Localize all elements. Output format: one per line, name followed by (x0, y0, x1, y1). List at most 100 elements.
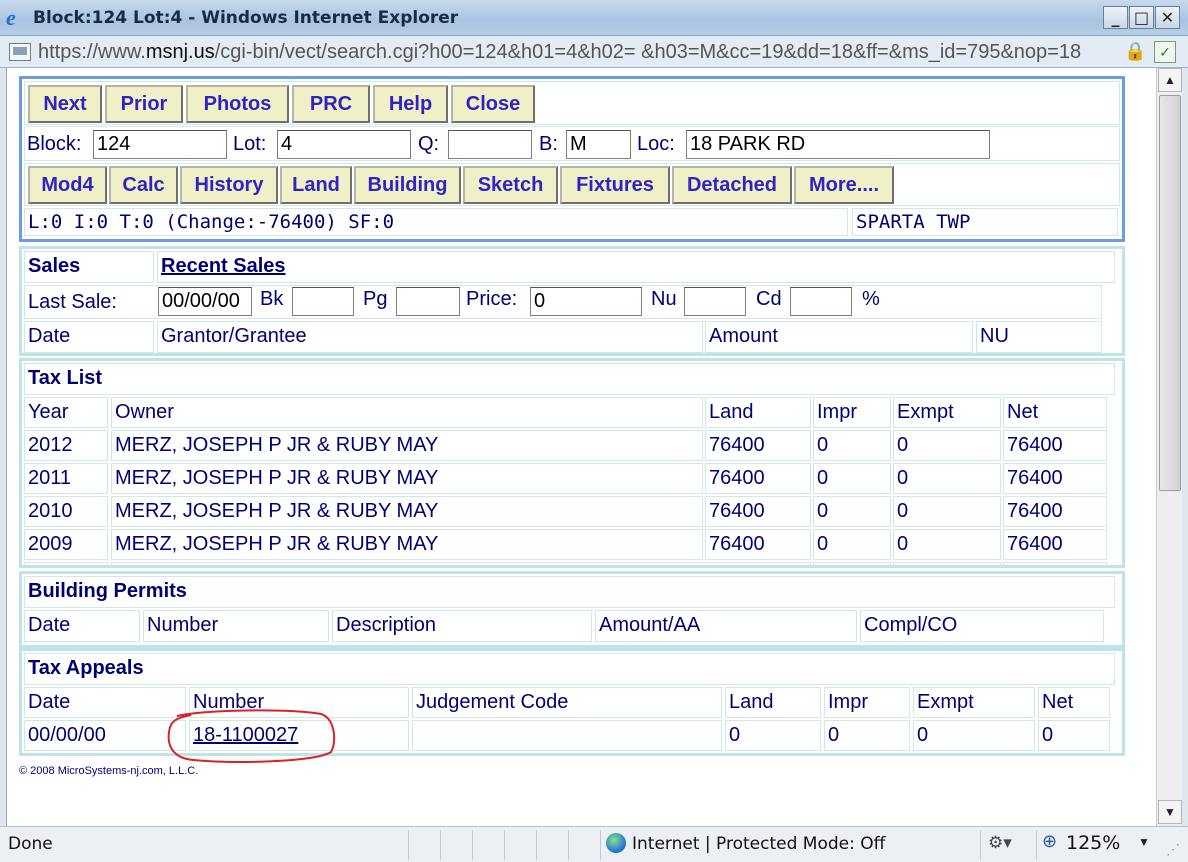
tab-sketch[interactable]: Sketch (463, 166, 558, 204)
next-button[interactable]: Next (28, 85, 102, 123)
tax-list-title: Tax List (24, 363, 1115, 395)
tab-history[interactable]: History (180, 166, 278, 204)
book-input[interactable] (292, 287, 354, 316)
prc-button[interactable]: PRC (292, 85, 370, 123)
book-label: Bk (260, 288, 284, 310)
tab-calc[interactable]: Calc (109, 166, 178, 204)
tax-row-partial (24, 562, 108, 567)
minimize-button[interactable]: _ (1103, 6, 1128, 29)
copyright-text: © 2008 MicroSystems-nj.com, L.L.C. (19, 765, 199, 777)
url-domain: msnj.us (145, 41, 215, 63)
scroll-up-arrow-icon[interactable]: ▲ (1158, 68, 1182, 92)
price-input[interactable] (530, 287, 642, 316)
tax-row-partial (813, 562, 891, 567)
tax-row-2011-land: 76400 (705, 463, 811, 494)
appeal-exmpt: 0 (913, 720, 1035, 751)
status-segment (440, 830, 472, 860)
tax-row-2012-owner: MERZ, JOSEPH P JR & RUBY MAY (111, 430, 703, 461)
tax-col-exmpt: Exmpt (893, 397, 1001, 428)
last-sale-label: Last Sale: (28, 291, 117, 313)
sales-panel: Sales Recent Sales Last Sale: Bk Pg Pric… (19, 246, 1125, 356)
block-label: Block: (27, 133, 82, 155)
nu-input[interactable] (684, 287, 746, 316)
photos-button[interactable]: Photos (186, 85, 289, 123)
window-title: Block:124 Lot:4 - Windows Internet Explo… (33, 8, 459, 28)
tax-list-panel: Tax List Year Owner Land Impr Exmpt Net … (19, 358, 1125, 568)
zoom-level[interactable]: 125% (1066, 832, 1120, 854)
tax-row-2009-net: 76400 (1003, 529, 1107, 560)
appeal-land: 0 (725, 720, 821, 751)
tab-mod4[interactable]: Mod4 (28, 166, 107, 204)
permits-title: Building Permits (24, 576, 1115, 608)
tax-row-2011-impr: 0 (813, 463, 891, 494)
tab-fixtures[interactable]: Fixtures (560, 166, 670, 204)
tax-row-partial (893, 562, 1001, 567)
help-button[interactable]: Help (373, 85, 448, 123)
close-window-button[interactable]: ✕ (1155, 6, 1180, 29)
lock-icon[interactable]: 🔒 (1124, 41, 1146, 63)
tax-row-partial (1003, 562, 1107, 567)
recent-sales-link[interactable]: Recent Sales (161, 255, 286, 277)
scroll-down-arrow-icon[interactable]: ▼ (1158, 800, 1182, 824)
page-icon (9, 43, 31, 61)
globe-icon (606, 833, 626, 853)
b-input[interactable] (566, 130, 631, 159)
tab-building[interactable]: Building (354, 166, 461, 204)
tax-row-partial (111, 562, 703, 567)
status-segment (568, 830, 600, 860)
appeals-col-exmpt: Exmpt (913, 687, 1035, 718)
location-input[interactable] (686, 130, 990, 159)
tab-detached[interactable]: Detached (672, 166, 792, 204)
url-field[interactable]: https://www.msnj.us/cgi-bin/vect/search.… (38, 40, 1118, 64)
appeals-col-date: Date (24, 687, 186, 718)
tab-button-row: Mod4 Calc History Land Building Sketch F… (24, 163, 1120, 206)
tax-row-2012-net: 76400 (1003, 430, 1107, 461)
highlight-annotation (167, 709, 336, 763)
appeal-impr: 0 (824, 720, 910, 751)
last-sale-date-input[interactable] (158, 287, 252, 316)
qualifier-input[interactable] (448, 130, 532, 159)
tax-row-2011-year: 2011 (24, 463, 108, 494)
permits-col-date: Date (24, 610, 140, 642)
page-input[interactable] (396, 287, 460, 316)
vertical-scrollbar[interactable]: ▲ ▼ (1156, 68, 1182, 826)
url-prefix: https://www. (38, 41, 146, 63)
tax-row-2009-year: 2009 (24, 529, 108, 560)
sales-title: Sales (24, 251, 154, 283)
tax-row-2010-land: 76400 (705, 496, 811, 527)
security-zone-text: Internet | Protected Mode: Off (632, 834, 886, 854)
cd-input[interactable] (790, 287, 852, 316)
settings-dropdown-icon[interactable]: ⚙▾ (988, 833, 1012, 853)
appeal-date: 00/00/00 (24, 720, 186, 751)
lot-input[interactable] (277, 130, 411, 159)
tax-row-2010-impr: 0 (813, 496, 891, 527)
tab-land[interactable]: Land (280, 166, 352, 204)
page-viewport: Next Prior Photos PRC Help Close Block: … (6, 68, 1156, 826)
scroll-thumb[interactable] (1159, 95, 1181, 491)
appeal-net: 0 (1038, 720, 1110, 751)
sales-col-date: Date (24, 321, 154, 353)
tax-row-2011-exmpt: 0 (893, 463, 1001, 494)
prior-button[interactable]: Prior (105, 85, 183, 123)
title-bar: e Block:124 Lot:4 - Windows Internet Exp… (0, 0, 1188, 36)
zoom-chevron-down-icon[interactable]: ▼ (1138, 835, 1150, 849)
qualifier-label: Q: (418, 133, 440, 155)
status-segment (472, 830, 504, 860)
appeals-col-judgement: Judgement Code (412, 687, 722, 718)
sales-col-nu: NU (976, 321, 1102, 353)
appeals-col-land: Land (725, 687, 821, 718)
resize-grip-icon[interactable]: ⋰ (1166, 841, 1180, 858)
tax-row-2011-owner: MERZ, JOSEPH P JR & RUBY MAY (111, 463, 703, 494)
maximize-button[interactable]: □ (1129, 6, 1154, 29)
sales-col-grantor: Grantor/Grantee (157, 321, 703, 353)
tab-more[interactable]: More.... (794, 166, 894, 204)
internet-explorer-icon: e (6, 5, 16, 30)
block-input[interactable] (93, 130, 227, 159)
tax-row-2009-owner: MERZ, JOSEPH P JR & RUBY MAY (111, 529, 703, 560)
close-button[interactable]: Close (451, 85, 535, 123)
valuation-summary: L:0 I:0 T:0 (Change:-76400) SF:0 (24, 208, 848, 236)
zoom-icon[interactable]: ⊕ (1042, 831, 1057, 852)
price-label: Price: (466, 288, 518, 310)
action-button-row: Next Prior Photos PRC Help Close (24, 81, 1120, 125)
security-report-icon[interactable]: ✓ (1154, 41, 1176, 63)
